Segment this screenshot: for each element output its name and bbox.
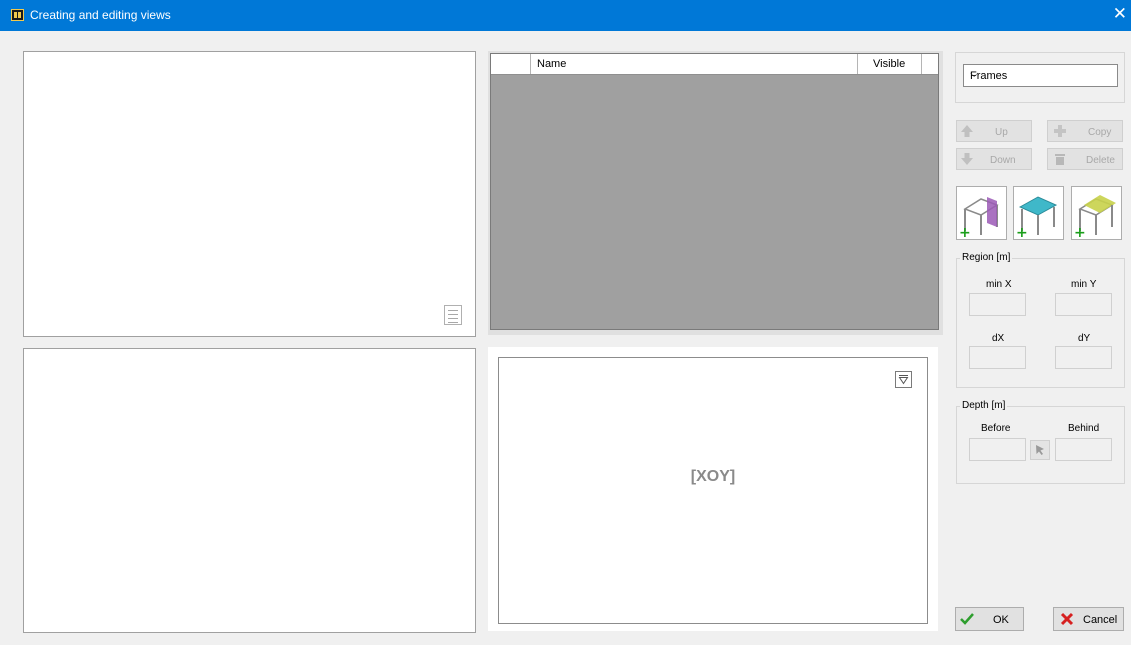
app-icon — [11, 9, 24, 21]
views-grid[interactable]: Name Visible — [490, 53, 939, 330]
list-view-icon[interactable] — [444, 305, 462, 325]
dx-input[interactable] — [969, 346, 1026, 369]
svg-text:+: + — [959, 225, 971, 239]
dy-input[interactable] — [1055, 346, 1112, 369]
trash-icon — [1055, 154, 1065, 165]
svg-text:+: + — [1074, 225, 1086, 239]
cancel-x-icon — [1060, 612, 1074, 626]
view-content-panel[interactable] — [23, 348, 476, 633]
region-title: Region [m] — [960, 252, 1013, 263]
behind-input[interactable] — [1055, 438, 1112, 461]
add-vertical-plane-view-icon: + — [959, 197, 999, 241]
cancel-button[interactable]: Cancel — [1053, 607, 1124, 631]
cancel-label: Cancel — [1083, 614, 1118, 626]
add-inclined-plane-view-icon: + — [1074, 195, 1116, 241]
min-x-input[interactable] — [969, 293, 1026, 316]
grid-header-indicator — [491, 54, 531, 74]
up-button[interactable]: Up — [956, 120, 1032, 142]
min-y-label: min Y — [1071, 279, 1097, 290]
before-label: Before — [981, 423, 1011, 434]
add-vertical-plane-view-button[interactable]: + — [956, 186, 1007, 241]
delete-label: Delete — [1086, 155, 1115, 166]
view-type-select[interactable]: Frames ⌵ — [963, 64, 1118, 87]
ok-label: OK — [993, 614, 1009, 626]
chevron-down-icon: ⌵ — [970, 68, 979, 80]
title-bar: Creating and editing views ✕ — [0, 0, 1131, 31]
dy-label: dY — [1078, 333, 1091, 344]
down-label: Down — [990, 155, 1016, 166]
delete-button[interactable]: Delete — [1047, 148, 1123, 170]
copy-label: Copy — [1088, 127, 1112, 138]
cursor-pick-icon — [1036, 445, 1044, 455]
arrow-down-icon — [961, 153, 973, 165]
window-title: Creating and editing views — [30, 8, 171, 22]
add-copy-icon — [1054, 125, 1066, 137]
up-label: Up — [995, 127, 1008, 138]
ok-button[interactable]: OK — [955, 607, 1024, 631]
preview-frame: [XOY] — [488, 347, 938, 631]
min-y-input[interactable] — [1055, 293, 1112, 316]
close-icon[interactable]: ✕ — [1113, 5, 1127, 23]
add-inclined-plane-view-button[interactable]: + — [1071, 186, 1122, 241]
checkmark-icon — [960, 613, 974, 625]
triangle-down-icon — [898, 375, 909, 385]
grid-header-visible[interactable]: Visible — [858, 54, 922, 74]
copy-button[interactable]: Copy — [1047, 120, 1123, 142]
views-grid-frame: Name Visible — [488, 51, 943, 335]
arrow-up-icon — [961, 125, 973, 137]
add-horizontal-plane-view-button[interactable]: + — [1013, 186, 1064, 241]
dx-label: dX — [992, 333, 1005, 344]
add-horizontal-plane-view-icon: + — [1016, 196, 1058, 241]
svg-text:+: + — [1016, 225, 1028, 239]
pick-depth-button[interactable] — [1030, 440, 1050, 460]
depth-title: Depth [m] — [960, 400, 1008, 411]
before-input[interactable] — [969, 438, 1026, 461]
grid-header-name[interactable]: Name — [531, 54, 858, 74]
plane-label: [XOY] — [690, 468, 736, 485]
down-button[interactable]: Down — [956, 148, 1032, 170]
min-x-label: min X — [986, 279, 1012, 290]
preview-canvas[interactable]: [XOY] — [498, 357, 928, 624]
grid-header: Name Visible — [491, 54, 938, 75]
behind-label: Behind — [1068, 423, 1100, 434]
preview-options-dropdown[interactable] — [895, 371, 912, 388]
views-list-panel[interactable] — [23, 51, 476, 337]
